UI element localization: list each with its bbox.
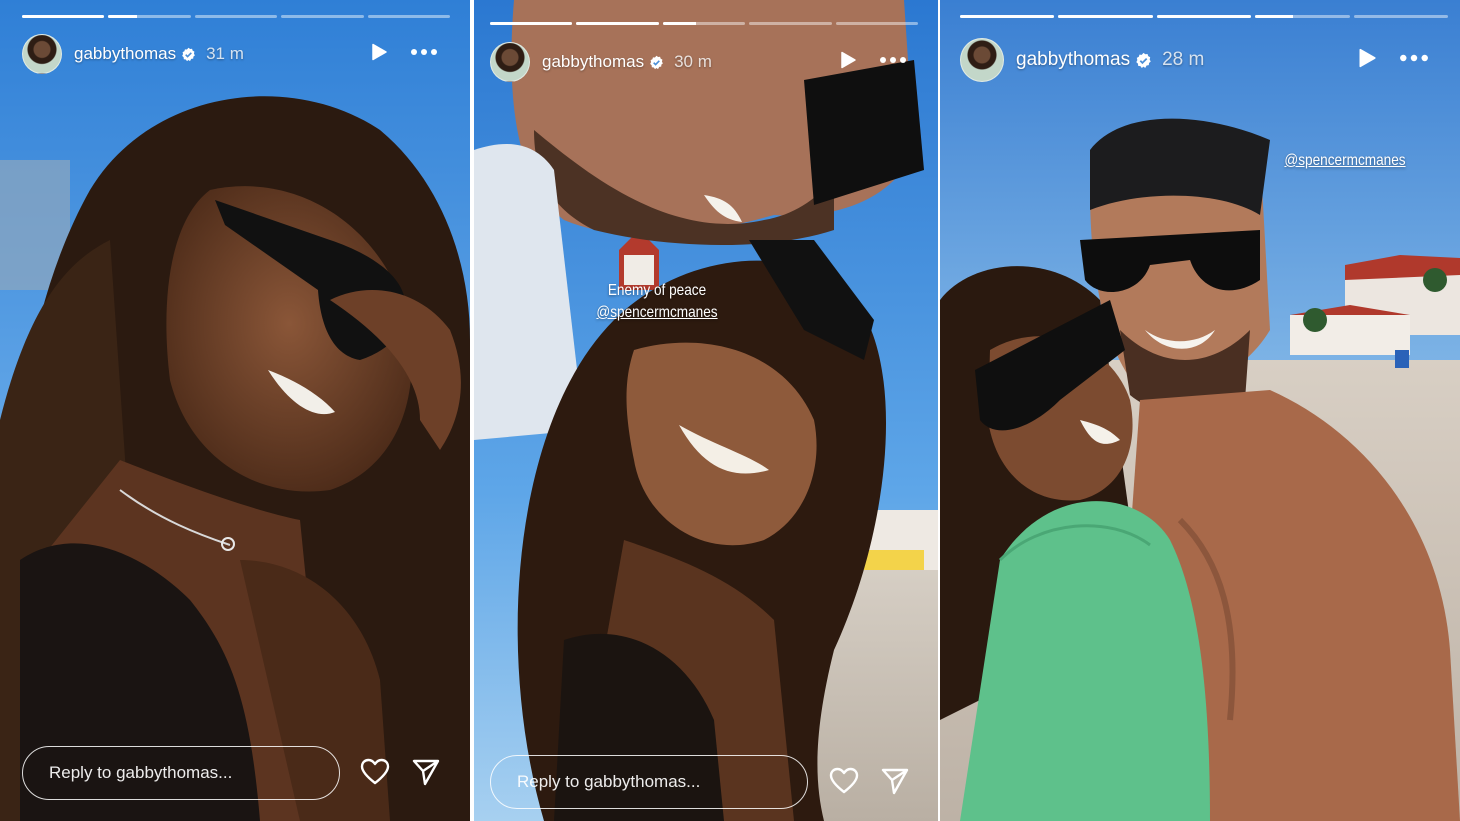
story-panel-1: gabbythomas 31 m Reply to gabbythomas... bbox=[0, 0, 470, 821]
username-link[interactable]: gabbythomas bbox=[542, 52, 644, 72]
username-link[interactable]: gabbythomas bbox=[1016, 49, 1130, 71]
heart-icon[interactable] bbox=[360, 758, 390, 786]
progress-segment bbox=[22, 15, 105, 18]
progress-segment bbox=[194, 15, 278, 18]
verified-badge-icon bbox=[650, 55, 663, 69]
progress-segment bbox=[1353, 15, 1449, 18]
verified-badge-icon bbox=[182, 47, 195, 61]
post-time: 28 m bbox=[1162, 49, 1205, 70]
avatar[interactable] bbox=[490, 42, 530, 82]
story-header: gabbythomas 28 m bbox=[960, 38, 1204, 82]
reply-input[interactable]: Reply to gabbythomas... bbox=[490, 755, 808, 809]
progress-segment bbox=[367, 15, 451, 18]
mention-sticker[interactable]: @spencermcmanes bbox=[1273, 150, 1418, 172]
post-time: 30 m bbox=[674, 52, 712, 71]
avatar[interactable] bbox=[960, 38, 1004, 82]
progress-segment bbox=[490, 22, 573, 25]
progress-segment bbox=[835, 22, 919, 25]
story-panel-3: gabbythomas 28 m @spencermcmanes bbox=[940, 0, 1460, 821]
sticker-caption: Enemy of peace bbox=[607, 282, 707, 299]
text-sticker: @spencermcmanes bbox=[1273, 150, 1418, 172]
story-panel-2: gabbythomas 30 m Enemy of peace @spencer… bbox=[474, 0, 938, 821]
story-photo-2 bbox=[474, 0, 938, 821]
play-icon[interactable] bbox=[839, 51, 857, 69]
more-options-icon[interactable] bbox=[879, 51, 907, 69]
progress-segment bbox=[960, 15, 1055, 18]
progress-segment bbox=[1156, 15, 1252, 18]
post-time: 31 m bbox=[206, 44, 244, 63]
more-options-icon[interactable] bbox=[410, 43, 438, 61]
story-photo-1 bbox=[0, 0, 470, 821]
play-icon[interactable] bbox=[370, 43, 388, 61]
reply-placeholder: Reply to gabbythomas... bbox=[49, 763, 233, 782]
avatar[interactable] bbox=[22, 34, 62, 74]
progress-segment bbox=[1255, 15, 1350, 18]
progress-segment bbox=[281, 15, 364, 18]
progress-segment bbox=[108, 15, 191, 18]
story-actions bbox=[360, 758, 440, 786]
mention-sticker[interactable]: @spencermcmanes bbox=[585, 302, 730, 324]
story-controls bbox=[1357, 48, 1429, 68]
story-progress-bar bbox=[22, 15, 451, 18]
progress-segment bbox=[1058, 15, 1153, 18]
play-icon[interactable] bbox=[1357, 48, 1377, 68]
verified-badge-icon bbox=[1136, 52, 1151, 68]
text-sticker: Enemy of peace @spencermcmanes bbox=[585, 280, 730, 324]
story-progress-bar bbox=[490, 22, 919, 25]
progress-segment bbox=[662, 22, 746, 25]
story-header: gabbythomas 30 m bbox=[490, 42, 712, 82]
more-options-icon[interactable] bbox=[1399, 48, 1429, 68]
username-link[interactable]: gabbythomas bbox=[74, 44, 176, 64]
story-header: gabbythomas 31 m bbox=[22, 34, 244, 74]
reply-placeholder: Reply to gabbythomas... bbox=[517, 772, 701, 791]
progress-segment bbox=[749, 22, 832, 25]
reply-input[interactable]: Reply to gabbythomas... bbox=[22, 746, 340, 800]
send-icon[interactable] bbox=[412, 758, 440, 786]
send-icon[interactable] bbox=[881, 767, 909, 795]
heart-icon[interactable] bbox=[829, 767, 859, 795]
story-controls bbox=[839, 51, 907, 69]
story-controls bbox=[370, 43, 438, 61]
story-actions bbox=[829, 767, 909, 795]
story-progress-bar bbox=[960, 15, 1449, 18]
progress-segment bbox=[576, 22, 659, 25]
story-photo-3 bbox=[940, 0, 1460, 821]
